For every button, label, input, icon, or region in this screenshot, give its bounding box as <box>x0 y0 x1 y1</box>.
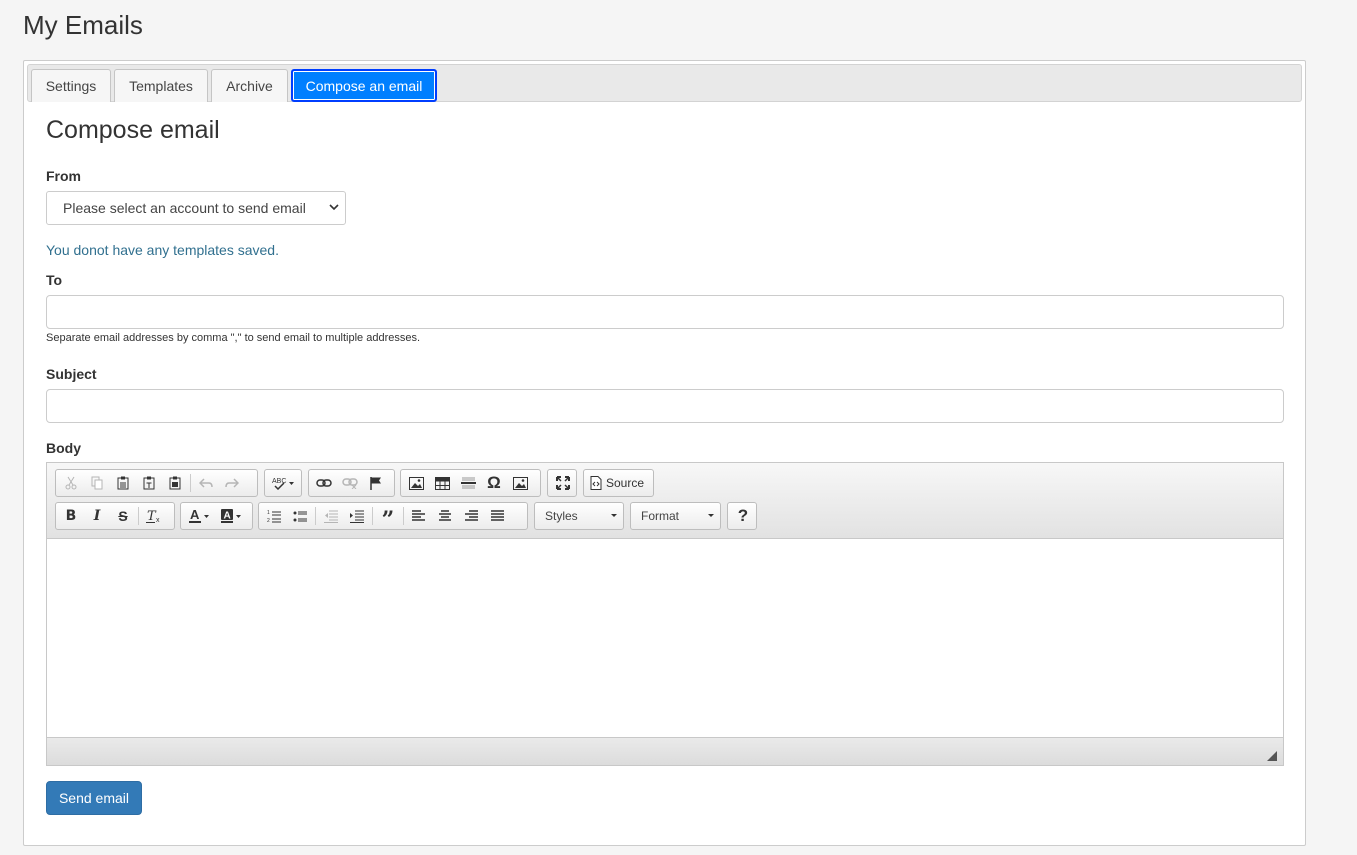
outdent-icon[interactable] <box>318 504 344 528</box>
maximize-group <box>547 469 577 497</box>
format-dropdown[interactable]: Format <box>630 502 721 530</box>
redo-icon[interactable] <box>219 471 245 495</box>
svg-text:A: A <box>190 508 200 522</box>
subject-input[interactable] <box>46 389 1284 423</box>
email-panel: Settings Templates Archive Compose an em… <box>23 60 1306 846</box>
compose-heading: Compose email <box>46 116 220 144</box>
remove-format-icon[interactable]: Tx <box>141 504 167 528</box>
horizontal-rule-icon[interactable] <box>455 471 481 495</box>
undo-icon[interactable] <box>193 471 219 495</box>
table-icon[interactable] <box>429 471 455 495</box>
indent-icon[interactable] <box>344 504 370 528</box>
tab-compose[interactable]: Compose an email <box>291 69 437 102</box>
styles-label: Styles <box>545 509 578 523</box>
copy-icon[interactable] <box>84 471 110 495</box>
svg-text:1: 1 <box>267 510 270 516</box>
image2-icon[interactable] <box>507 471 533 495</box>
source-group[interactable]: Source <box>583 469 654 497</box>
subject-label: Subject <box>46 366 97 382</box>
format-label: Format <box>641 509 680 523</box>
tab-bar: Settings Templates Archive Compose an em… <box>27 64 1302 102</box>
cut-icon[interactable] <box>58 471 84 495</box>
clipboard-group <box>55 469 258 497</box>
to-input[interactable] <box>46 295 1284 329</box>
text-color-icon[interactable]: A <box>183 504 215 528</box>
bg-color-icon[interactable]: A <box>215 504 247 528</box>
colors-group: A A <box>180 502 253 530</box>
strike-icon[interactable]: S <box>110 504 136 528</box>
styles-dropdown[interactable]: Styles <box>534 502 624 530</box>
link-icon[interactable] <box>311 471 337 495</box>
help-group: ? <box>727 502 757 530</box>
editor-statusbar <box>47 737 1283 765</box>
svg-text:x: x <box>156 517 160 523</box>
body-label: Body <box>46 440 81 456</box>
from-select-value: Please select an account to send email <box>63 200 306 216</box>
tab-settings[interactable]: Settings <box>31 69 111 102</box>
dropdown-arrow-icon <box>611 514 617 517</box>
resize-handle-icon[interactable] <box>1267 751 1277 761</box>
spellcheck-group: ABC <box>264 469 302 497</box>
source-icon <box>586 471 606 495</box>
toolbar-separator <box>138 507 139 525</box>
rich-text-editor: ABC Ω Source B I S T x A A 1 2 ” Styles … <box>46 462 1284 766</box>
paste-text-icon[interactable] <box>136 471 162 495</box>
unlink-icon[interactable] <box>337 471 363 495</box>
image-icon[interactable] <box>403 471 429 495</box>
paragraph-group: 12 ” <box>258 502 528 533</box>
page-title: My Emails <box>23 10 143 40</box>
to-label: To <box>46 272 63 288</box>
from-label: From <box>46 168 81 184</box>
links-group <box>308 469 395 497</box>
tab-templates[interactable]: Templates <box>114 69 208 102</box>
special-char-icon[interactable]: Ω <box>481 471 507 495</box>
basic-styles-group: B I S Tx <box>55 502 175 530</box>
insert-group: Ω <box>400 469 541 497</box>
svg-text:2: 2 <box>267 518 270 523</box>
paste-word-icon[interactable] <box>162 471 188 495</box>
numbered-list-icon[interactable]: 12 <box>261 504 287 528</box>
maximize-icon[interactable] <box>550 471 576 495</box>
send-email-button[interactable]: Send email <box>46 781 142 815</box>
to-help-text: Separate email addresses by comma "," to… <box>46 332 421 344</box>
toolbar-separator <box>315 507 316 525</box>
chevron-down-icon <box>329 202 339 212</box>
toolbar-separator <box>403 507 404 525</box>
align-right-icon[interactable] <box>458 504 484 528</box>
toolbar-separator <box>190 474 191 492</box>
tab-archive[interactable]: Archive <box>211 69 288 102</box>
italic-icon[interactable]: I <box>84 504 110 528</box>
dropdown-arrow-icon <box>708 514 714 517</box>
source-label: Source <box>606 476 645 490</box>
bold-icon[interactable]: B <box>58 504 84 528</box>
templates-info: You donot have any templates saved. <box>46 242 279 258</box>
from-account-select[interactable]: Please select an account to send email <box>46 191 346 225</box>
bulleted-list-icon[interactable] <box>287 504 313 528</box>
paste-icon[interactable] <box>110 471 136 495</box>
editor-content-area[interactable] <box>47 539 1283 738</box>
svg-text:ABC: ABC <box>272 478 286 485</box>
help-icon[interactable]: ? <box>730 504 756 528</box>
blockquote-icon[interactable]: ” <box>375 504 401 533</box>
align-left-icon[interactable] <box>406 504 432 528</box>
anchor-icon[interactable] <box>363 471 389 495</box>
svg-text:A: A <box>224 511 231 522</box>
editor-toolbar: ABC Ω Source B I S T x A A 1 2 ” Styles … <box>47 463 1283 539</box>
toolbar-separator <box>372 507 373 525</box>
spellcheck-icon[interactable]: ABC <box>267 471 299 495</box>
justify-icon[interactable] <box>484 504 510 528</box>
align-center-icon[interactable] <box>432 504 458 528</box>
